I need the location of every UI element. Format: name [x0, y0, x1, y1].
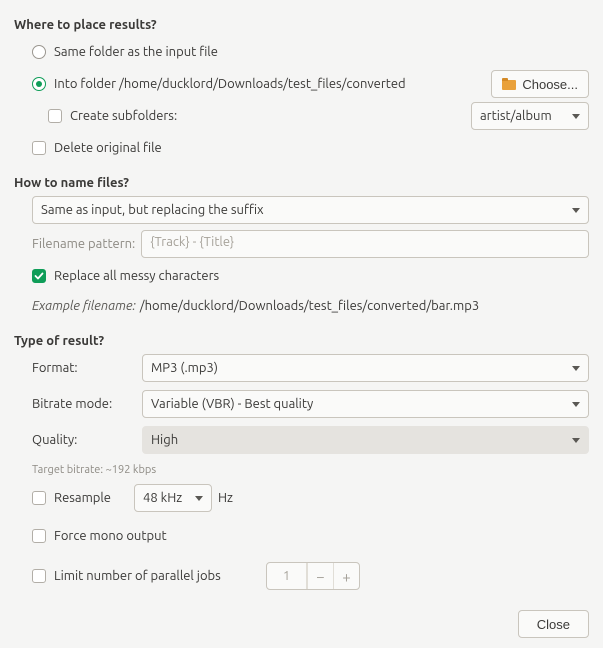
create-subfolders-label: Create subfolders:	[70, 109, 177, 123]
chevron-down-icon	[572, 402, 580, 407]
example-filename-label: Example filename:	[32, 299, 136, 313]
bitrate-mode-value: Variable (VBR) - Best quality	[151, 397, 313, 411]
row-create-subfolders: Create subfolders: artist/album	[14, 102, 589, 130]
radio-label-same-folder: Same folder as the input file	[54, 45, 218, 59]
format-label: Format:	[32, 361, 132, 375]
jobs-increment-button[interactable]: +	[333, 563, 359, 589]
checkbox-resample[interactable]: Resample	[32, 491, 128, 505]
bitrate-mode-dropdown[interactable]: Variable (VBR) - Best quality	[142, 390, 589, 418]
example-filename-value: /home/ducklord/Downloads/test_files/conv…	[140, 299, 479, 313]
radio-label-into-folder: Into folder /home/ducklord/Downloads/tes…	[54, 77, 406, 91]
chevron-down-icon	[572, 438, 580, 443]
row-resample: Resample 48 kHz Hz	[14, 484, 589, 512]
row-example-filename: Example filename: /home/ducklord/Downloa…	[14, 292, 589, 320]
resample-rate-dropdown[interactable]: 48 kHz	[134, 484, 212, 512]
chevron-down-icon	[572, 114, 580, 119]
checkbox-icon	[32, 141, 46, 155]
jobs-decrement-button[interactable]: −	[307, 563, 333, 589]
resample-unit: Hz	[218, 491, 233, 505]
checkbox-icon	[32, 569, 46, 583]
target-bitrate-hint: Target bitrate: ~192 kbps	[14, 464, 589, 476]
section-title-result: Type of result?	[14, 334, 589, 348]
filename-pattern-label: Filename pattern:	[32, 237, 135, 251]
section-title-placement: Where to place results?	[14, 18, 589, 32]
naming-mode-value: Same as input, but replacing the suffix	[41, 203, 264, 217]
radio-into-folder[interactable]: Into folder /home/ducklord/Downloads/tes…	[32, 77, 406, 91]
checkbox-limit-jobs[interactable]: Limit number of parallel jobs	[32, 569, 260, 583]
row-naming-mode: Same as input, but replacing the suffix	[14, 196, 589, 224]
checkbox-create-subfolders[interactable]: Create subfolders:	[48, 109, 177, 123]
resample-rate-value: 48 kHz	[143, 491, 182, 505]
subfolder-pattern-value: artist/album	[480, 109, 552, 123]
filename-pattern-input: {Track} - {Title}	[141, 230, 589, 258]
filename-pattern-placeholder: {Track} - {Title}	[150, 235, 234, 249]
choose-folder-button[interactable]: Choose...	[491, 70, 589, 98]
replace-messy-label: Replace all messy characters	[54, 269, 219, 283]
subfolder-pattern-dropdown[interactable]: artist/album	[471, 102, 589, 130]
close-button-label: Close	[537, 617, 570, 632]
chevron-down-icon	[572, 366, 580, 371]
jobs-value: 1	[267, 563, 307, 589]
resample-label: Resample	[54, 491, 111, 505]
naming-mode-dropdown[interactable]: Same as input, but replacing the suffix	[32, 196, 589, 224]
radio-icon	[32, 77, 46, 91]
result-form-grid: Format: MP3 (.mp3) Bitrate mode: Variabl…	[14, 354, 589, 454]
close-button[interactable]: Close	[518, 610, 589, 638]
dialog-footer: Close	[518, 610, 589, 638]
jobs-stepper[interactable]: 1 − +	[266, 562, 360, 590]
checkbox-delete-original[interactable]: Delete original file	[14, 134, 589, 162]
row-limit-jobs: Limit number of parallel jobs 1 − +	[14, 562, 589, 590]
format-value: MP3 (.mp3)	[151, 361, 218, 375]
quality-value: High	[151, 433, 178, 447]
delete-original-label: Delete original file	[54, 141, 162, 155]
row-filename-pattern: Filename pattern: {Track} - {Title}	[14, 230, 589, 258]
folder-icon	[502, 78, 516, 90]
format-dropdown[interactable]: MP3 (.mp3)	[142, 354, 589, 382]
checkbox-icon	[32, 491, 46, 505]
checkbox-icon	[48, 109, 62, 123]
checkbox-icon	[32, 269, 46, 283]
limit-jobs-label: Limit number of parallel jobs	[54, 569, 221, 583]
choose-button-label: Choose...	[522, 77, 578, 92]
checkbox-replace-messy[interactable]: Replace all messy characters	[14, 262, 589, 290]
chevron-down-icon	[195, 496, 203, 501]
quality-dropdown[interactable]: High	[142, 426, 589, 454]
radio-row-same-folder[interactable]: Same folder as the input file	[14, 38, 589, 66]
radio-icon	[32, 45, 46, 59]
force-mono-label: Force mono output	[54, 529, 167, 543]
radio-row-into-folder: Into folder /home/ducklord/Downloads/tes…	[14, 70, 589, 98]
bitrate-mode-label: Bitrate mode:	[32, 397, 132, 411]
checkbox-force-mono[interactable]: Force mono output	[14, 522, 589, 550]
checkbox-icon	[32, 529, 46, 543]
quality-label: Quality:	[32, 433, 132, 447]
chevron-down-icon	[572, 208, 580, 213]
section-title-naming: How to name files?	[14, 176, 589, 190]
